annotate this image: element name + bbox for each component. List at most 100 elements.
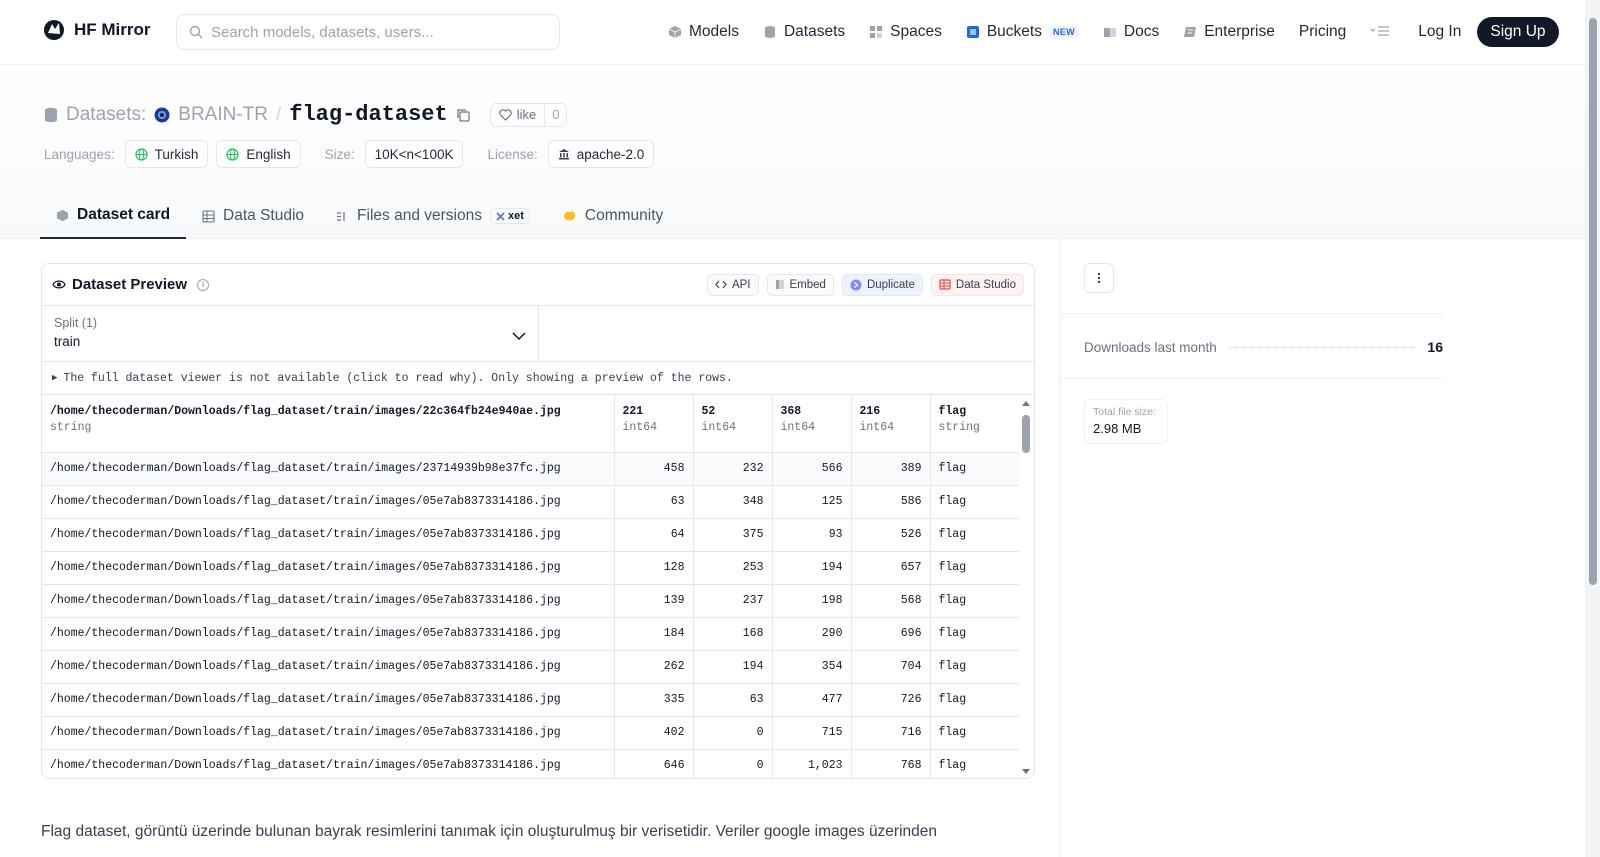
scroll-up-arrow-icon[interactable] — [1022, 401, 1030, 406]
language-chip-english[interactable]: English — [216, 140, 301, 168]
signup-button[interactable]: Sign Up — [1477, 17, 1559, 47]
tab-files-and-versions[interactable]: Files and versions xet — [320, 193, 546, 239]
table-cell: 458 — [614, 452, 694, 486]
downloads-row: Downloads last month 16 — [1084, 339, 1443, 355]
viewer-notice[interactable]: ▶ The full dataset viewer is not availab… — [42, 362, 1034, 395]
split-row: Split (1) train — [42, 306, 1034, 362]
chevron-down-icon — [512, 332, 526, 341]
preview-table: /home/thecoderman/Downloads/flag_dataset… — [42, 395, 1022, 778]
more-options-button[interactable] — [1084, 263, 1114, 293]
nav-buckets[interactable]: Buckets NEW — [966, 23, 1079, 41]
column-name: 52 — [701, 405, 716, 418]
column-header[interactable]: 52 int64 — [693, 395, 773, 453]
files-icon — [337, 211, 345, 221]
like-label: like — [516, 107, 537, 122]
license-chip[interactable]: apache-2.0 — [547, 140, 655, 168]
table-cell: /home/thecoderman/Downloads/flag_dataset… — [42, 485, 615, 519]
column-header[interactable]: 368 int64 — [772, 395, 852, 453]
table-cell: flag — [930, 650, 1022, 684]
code-icon — [715, 280, 727, 289]
preview-title: Dataset Preview — [72, 276, 188, 293]
nav-datasets[interactable]: Datasets — [763, 23, 845, 41]
table-cell: /home/thecoderman/Downloads/flag_dataset… — [42, 749, 615, 778]
column-header[interactable]: 221 int64 — [614, 395, 694, 453]
nav-docs-label: Docs — [1123, 23, 1160, 40]
table-row[interactable]: /home/thecoderman/Downloads/flag_dataset… — [42, 518, 1022, 552]
table-cell: flag — [930, 584, 1022, 618]
repo-header: Datasets: BRAIN-TR / flag-dataset like 0… — [0, 65, 1585, 239]
table-cell: 139 — [614, 584, 694, 618]
nav-spaces[interactable]: Spaces — [869, 23, 942, 41]
embed-button[interactable]: Embed — [766, 273, 834, 296]
table-cell: /home/thecoderman/Downloads/flag_dataset… — [42, 452, 615, 486]
nav-enterprise[interactable]: Enterprise — [1183, 23, 1275, 41]
column-type: int64 — [701, 421, 737, 434]
table-row[interactable]: /home/thecoderman/Downloads/flag_dataset… — [42, 749, 1022, 778]
table-scrollbar[interactable] — [1019, 395, 1034, 778]
like-button[interactable]: like 0 — [489, 102, 568, 127]
tab-community[interactable]: Community — [546, 193, 679, 239]
repo-name[interactable]: flag-dataset — [289, 102, 447, 127]
login-link[interactable]: Log In — [1418, 23, 1461, 41]
more-menu-toggle[interactable] — [1370, 25, 1390, 40]
column-header[interactable]: /home/thecoderman/Downloads/flag_dataset… — [42, 395, 615, 453]
data-studio-button[interactable]: Data Studio — [930, 273, 1024, 296]
table-cell: /home/thecoderman/Downloads/flag_dataset… — [42, 551, 615, 585]
language-english: English — [246, 146, 291, 162]
table-scroll-thumb[interactable] — [1022, 415, 1030, 453]
language-chip-turkish[interactable]: Turkish — [124, 140, 209, 168]
nav-pricing[interactable]: Pricing — [1299, 23, 1346, 41]
table-row[interactable]: /home/thecoderman/Downloads/flag_dataset… — [42, 716, 1022, 750]
globe-icon — [226, 147, 239, 161]
tab-data-studio-label: Data Studio — [223, 207, 305, 224]
table-row[interactable]: /home/thecoderman/Downloads/flag_dataset… — [42, 584, 1022, 618]
org-avatar-icon[interactable] — [154, 107, 170, 123]
size-chip[interactable]: 10K<n<100K — [364, 140, 464, 168]
hf-logo-icon — [44, 20, 64, 40]
table-row[interactable]: /home/thecoderman/Downloads/flag_dataset… — [42, 617, 1022, 651]
size-value: 10K<n<100K — [374, 146, 454, 162]
org-link[interactable]: BRAIN-TR — [178, 104, 268, 126]
scroll-down-arrow-icon[interactable] — [1022, 769, 1030, 774]
table-cell: 696 — [851, 617, 931, 651]
path-separator: / — [276, 103, 282, 125]
table-cell: /home/thecoderman/Downloads/flag_dataset… — [42, 716, 615, 750]
column-header[interactable]: 216 int64 — [851, 395, 931, 453]
search-box[interactable] — [176, 14, 560, 50]
table-cell: flag — [930, 617, 1022, 651]
nav-links: Models Datasets Spaces Buckets NEW Docs — [668, 0, 1559, 64]
table-cell: 335 — [614, 683, 694, 717]
column-header[interactable]: flag string — [930, 395, 1022, 453]
tab-dataset-card[interactable]: Dataset card — [40, 193, 187, 239]
page-scroll-thumb[interactable] — [1589, 18, 1597, 585]
table-cell: 586 — [851, 485, 931, 519]
nav-models[interactable]: Models — [668, 23, 739, 41]
nav-enterprise-label: Enterprise — [1204, 23, 1275, 40]
nav-docs[interactable]: Docs — [1103, 23, 1159, 41]
api-button[interactable]: API — [706, 273, 759, 296]
table-row[interactable]: /home/thecoderman/Downloads/flag_dataset… — [42, 683, 1022, 717]
page-scrollbar[interactable] — [1585, 0, 1600, 857]
table-cell: flag — [930, 485, 1022, 519]
table-row[interactable]: /home/thecoderman/Downloads/flag_dataset… — [42, 650, 1022, 684]
table-cell: 194 — [772, 551, 852, 585]
nav-spaces-label: Spaces — [890, 23, 942, 40]
split-select[interactable]: Split (1) train — [42, 306, 539, 361]
table-cell: 726 — [851, 683, 931, 717]
info-icon[interactable]: i — [197, 278, 210, 291]
cube-icon — [56, 209, 69, 221]
column-divider — [1059, 239, 1060, 857]
table-cell: 194 — [693, 650, 773, 684]
duplicate-button[interactable]: Duplicate — [841, 273, 923, 296]
tab-data-studio[interactable]: Data Studio — [186, 193, 320, 239]
table-row[interactable]: /home/thecoderman/Downloads/flag_dataset… — [42, 551, 1022, 585]
search-input[interactable] — [211, 23, 541, 41]
brand-logo[interactable]: HF Mirror — [42, 18, 151, 42]
column-name: /home/thecoderman/Downloads/flag_dataset… — [50, 405, 561, 418]
table-icon — [939, 279, 951, 290]
table-row[interactable]: /home/thecoderman/Downloads/flag_dataset… — [42, 452, 1022, 486]
file-size-value: 2.98 MB — [1093, 421, 1142, 436]
tab-files-label: Files and versions — [357, 207, 482, 224]
table-row[interactable]: /home/thecoderman/Downloads/flag_dataset… — [42, 485, 1022, 519]
copy-icon[interactable] — [456, 108, 470, 122]
